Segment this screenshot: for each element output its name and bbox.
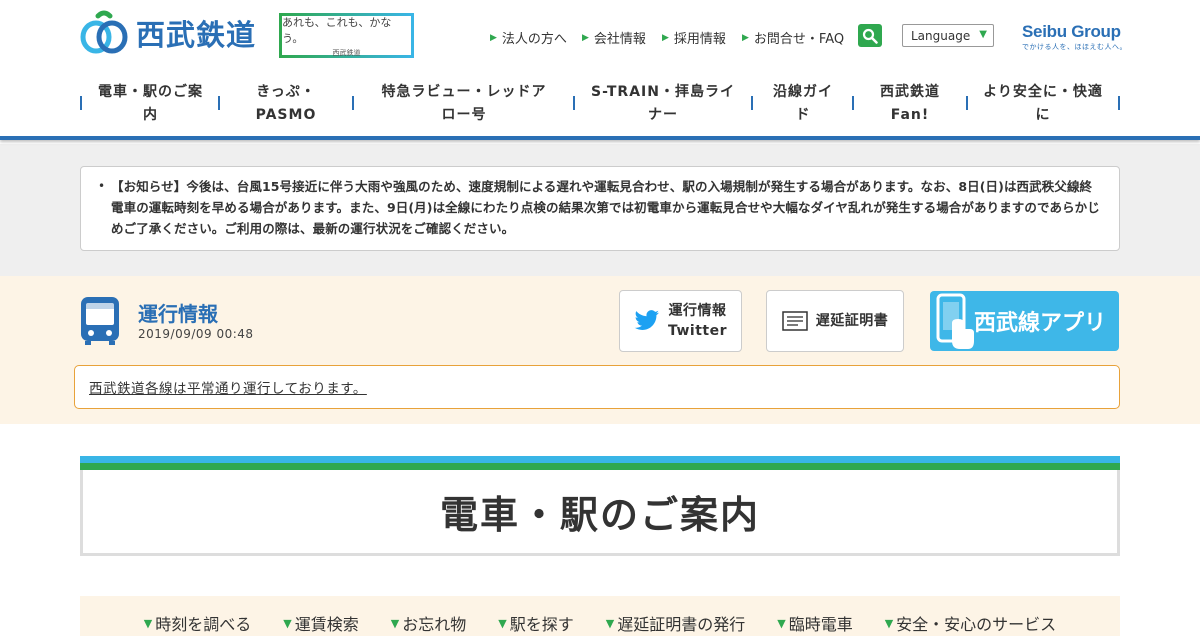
- triangle-right-icon: ▶: [490, 32, 497, 43]
- nav-item-label: S-TRAIN・拝島ライ: [591, 84, 735, 100]
- operation-datetime: 2019/09/09 00:48: [138, 327, 254, 341]
- seibu-app-banner[interactable]: 西武線アプリ: [930, 291, 1119, 351]
- page-title-block: 電車・駅のご案内: [80, 456, 1120, 556]
- sub-nav-label: 時刻を調べる: [155, 615, 252, 634]
- smartphone-tap-icon: [936, 293, 974, 349]
- language-select[interactable]: Language ▼: [902, 24, 994, 47]
- app-banner-label: 西武線アプリ: [974, 311, 1107, 336]
- global-nav: 電車・駅のご案内 きっぷ・ PASMO 特急ラビュー・レッドア ロー号 S-TRAI…: [80, 78, 1120, 130]
- sub-nav-timetable[interactable]: ▼ 時刻を調べる: [144, 611, 251, 635]
- sub-nav-label: お忘れ物: [402, 615, 467, 634]
- search-button[interactable]: [858, 24, 882, 47]
- triangle-down-icon: ▼: [605, 616, 615, 630]
- logo-text: 西武鉄道: [136, 18, 257, 52]
- nav-item-label: 沿線ガイ: [773, 84, 833, 100]
- page-title-box: 電車・駅のご案内: [80, 470, 1120, 556]
- triangle-down-icon: ▼: [884, 616, 894, 630]
- nav-item-label: に: [1035, 107, 1051, 123]
- nav-item-label: PASMO: [255, 107, 317, 123]
- nav-item-label: 特急ラビュー・レッドア: [381, 84, 547, 100]
- sub-nav-delay-certificate[interactable]: ▼ 遅延証明書の発行: [606, 611, 745, 635]
- notice-box: • 【お知らせ】今後は、台風15号接近に伴う大雨や強風のため、速度規制による遅れ…: [80, 166, 1120, 251]
- triangle-down-icon: ▼: [143, 616, 153, 630]
- site-header: 西武鉄道 あれも、これも、かなう。 西武鉄道 ▶ 法人の方へ ▶ 会社情報 ▶ …: [0, 0, 1200, 140]
- sub-nav: ▼ 時刻を調べる ▼ 運賃検索 ▼ お忘れ物 ▼ 駅を探す ▼ 遅延証明書の発行 ▼ 臨時電…: [80, 596, 1120, 636]
- nav-item-label: きっぷ・: [256, 84, 316, 100]
- notice-text: 【お知らせ】今後は、台風15号接近に伴う大雨や強風のため、速度規制による遅れや運…: [111, 179, 1100, 236]
- nav-item-label: ロー号: [441, 107, 487, 123]
- seibu-group-logo[interactable]: Seibu Group でかける人を、ほほえむ人へ。: [1022, 22, 1127, 52]
- twitter-button-line1: 運行情報: [668, 303, 727, 319]
- nav-item-safety-comfort[interactable]: より安全に・快適に: [968, 78, 1118, 130]
- sub-nav-label: 安全・安心のサービス: [896, 615, 1057, 634]
- group-logo-main: Seibu Group: [1022, 22, 1121, 41]
- nav-item-label: Fan!: [890, 107, 930, 123]
- delay-certificate-button[interactable]: 遅延証明書: [766, 290, 904, 352]
- nav-item-label: 電車・駅のご案: [98, 84, 203, 100]
- util-link-label: 法人の方へ: [501, 32, 567, 47]
- nav-separator: [1118, 96, 1120, 110]
- util-link-recruit[interactable]: ▶ 採用情報: [662, 28, 726, 47]
- group-logo-sub: でかける人を、ほほえむ人へ。: [1022, 43, 1127, 51]
- sub-nav-find-station[interactable]: ▼ 駅を探す: [498, 611, 573, 635]
- util-link-corporate[interactable]: ▶ 法人の方へ: [490, 28, 567, 47]
- triangle-right-icon: ▶: [662, 32, 669, 43]
- twitter-operation-button[interactable]: 運行情報 Twitter: [619, 290, 742, 352]
- triangle-down-icon: ▼: [498, 616, 507, 630]
- nav-item-limited-express[interactable]: 特急ラビュー・レッドア ロー号: [354, 78, 574, 130]
- train-icon: [81, 297, 119, 345]
- triangle-right-icon: ▶: [582, 32, 589, 43]
- sub-nav-label: 運賃検索: [294, 615, 359, 634]
- nav-item-label: 内: [143, 107, 158, 123]
- delay-certificate-label: 遅延証明書: [815, 313, 889, 329]
- util-link-label: お問合せ・FAQ: [753, 32, 845, 47]
- operation-status-box: 西武鉄道各線は平常通り運行しております。: [74, 365, 1120, 409]
- triangle-down-icon: ▼: [777, 616, 786, 630]
- nav-item-label: 西武鉄道: [880, 84, 940, 100]
- nav-item-line-guide[interactable]: 沿線ガイド: [753, 78, 853, 130]
- operation-info-section: 運行情報 2019/09/09 00:48 運行情報 Twitter 遅延証明書…: [0, 276, 1200, 424]
- title-stripe-blue: [80, 456, 1120, 463]
- util-link-label: 会社情報: [593, 32, 646, 47]
- language-label: Language: [911, 28, 971, 43]
- sub-nav-fare-search[interactable]: ▼ 運賃検索: [283, 611, 358, 635]
- sub-nav-label: 駅を探す: [509, 615, 574, 634]
- caret-down-icon: ▼: [979, 29, 987, 40]
- triangle-down-icon: ▼: [390, 616, 400, 630]
- nav-item-fan[interactable]: 西武鉄道 Fan!: [854, 78, 966, 130]
- seibu-logo-icon: [80, 10, 128, 54]
- nav-item-label: より安全に・快適: [983, 84, 1103, 100]
- sub-nav-special-trains[interactable]: ▼ 臨時電車: [777, 611, 852, 635]
- util-link-contact[interactable]: ▶ お問合せ・FAQ: [742, 28, 844, 47]
- triangle-down-icon: ▼: [283, 616, 292, 630]
- bullet-icon: •: [98, 179, 106, 193]
- operation-status-link[interactable]: 西武鉄道各線は平常通り運行しております。: [89, 377, 367, 397]
- twitter-button-line2: Twitter: [667, 323, 728, 339]
- title-stripe-green: [80, 463, 1120, 470]
- operation-title: 運行情報: [138, 302, 218, 326]
- sub-nav-label: 臨時電車: [788, 615, 853, 634]
- nav-item-trains-stations[interactable]: 電車・駅のご案内: [82, 78, 219, 130]
- sub-nav-label: 遅延証明書の発行: [617, 615, 746, 634]
- nav-item-label: ナー: [648, 107, 678, 123]
- site-logo[interactable]: 西武鉄道: [80, 10, 256, 56]
- document-icon: [782, 311, 808, 331]
- sub-nav-lost-items[interactable]: ▼ お忘れ物: [391, 611, 466, 635]
- slogan-sub: 西武鉄道: [332, 48, 361, 57]
- util-link-company[interactable]: ▶ 会社情報: [582, 28, 646, 47]
- triangle-right-icon: ▶: [742, 32, 749, 43]
- slogan-banner[interactable]: あれも、これも、かなう。 西武鉄道: [279, 13, 414, 58]
- page-title: 電車・駅のご案内: [439, 493, 760, 537]
- notice-section: • 【お知らせ】今後は、台風15号接近に伴う大雨や強風のため、速度規制による遅れ…: [0, 144, 1200, 276]
- sub-nav-safety-services[interactable]: ▼ 安全・安心のサービス: [885, 611, 1056, 635]
- nav-item-label: ド: [795, 107, 811, 123]
- nav-item-tickets[interactable]: きっぷ・ PASMO: [220, 78, 352, 130]
- util-link-label: 採用情報: [673, 32, 726, 47]
- nav-item-s-train[interactable]: S-TRAIN・拝島ライ ナー: [575, 78, 751, 130]
- search-icon: [862, 28, 878, 44]
- twitter-bird-icon: [634, 310, 659, 330]
- slogan-main: あれも、これも、かなう。: [282, 15, 392, 45]
